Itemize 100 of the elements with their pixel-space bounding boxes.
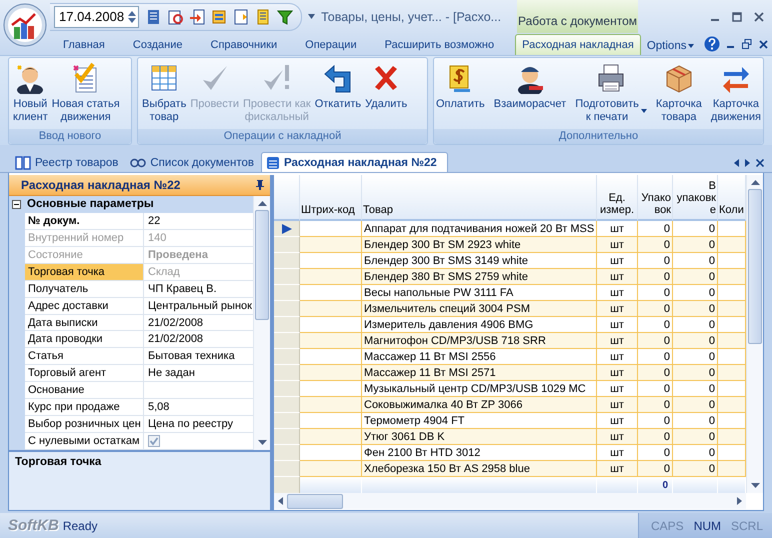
table-cell[interactable]: 0: [638, 397, 673, 413]
property-name[interactable]: Дата выписки: [25, 314, 144, 330]
property-name[interactable]: Статья: [25, 348, 144, 364]
table-cell[interactable]: [300, 397, 362, 413]
collapse-icon[interactable]: [12, 200, 21, 209]
table-cell[interactable]: Хлеборезка 150 Вт AS 2958 blue: [362, 461, 597, 477]
spin-icon[interactable]: [128, 10, 136, 24]
table-cell[interactable]: [718, 301, 746, 317]
date-field[interactable]: 17.04.2008: [54, 6, 140, 28]
checkbox[interactable]: [148, 435, 160, 448]
table-cell[interactable]: 0: [638, 429, 673, 445]
property-name[interactable]: Выбор розничных цен: [25, 416, 144, 432]
property-value[interactable]: Цена по реестру: [148, 418, 234, 430]
table-cell[interactable]: 0: [638, 333, 673, 349]
table-cell[interactable]: [300, 429, 362, 445]
column-header[interactable]: Товар: [362, 175, 597, 221]
scroll-right-icon[interactable]: [745, 159, 750, 167]
property-name[interactable]: Дата проводки: [25, 331, 144, 348]
scroll-up-icon[interactable]: [750, 180, 760, 185]
notebook-icon[interactable]: [145, 8, 162, 24]
property-name[interactable]: Получатель: [25, 280, 144, 297]
ribbon-button[interactable]: Оплатить: [436, 60, 485, 129]
close-icon[interactable]: [756, 159, 764, 167]
table-cell[interactable]: 0: [638, 237, 673, 253]
scroll-up-icon[interactable]: [258, 201, 266, 206]
ribbon-tab[interactable]: Создание: [126, 34, 190, 55]
table-cell[interactable]: [300, 461, 362, 477]
ribbon-tab[interactable]: Справочники: [204, 34, 284, 55]
ribbon-button[interactable]: Подготовить к печати: [575, 60, 647, 129]
table-cell[interactable]: 0: [638, 301, 673, 317]
column-header[interactable]: Ед. измер.: [597, 175, 638, 221]
ribbon-button[interactable]: Откатить: [314, 60, 362, 129]
ribbon-tab[interactable]: Расширить возможно: [378, 34, 502, 55]
column-header[interactable]: Упаковок: [638, 175, 673, 221]
ribbon-button[interactable]: Новая статья движения: [52, 60, 120, 129]
column-header[interactable]: Штрих-код: [300, 175, 362, 221]
options-menu[interactable]: Options: [640, 40, 696, 55]
property-value[interactable]: 5,08: [148, 401, 170, 414]
table-cell[interactable]: [300, 333, 362, 349]
table-cell[interactable]: [300, 365, 362, 381]
table-cell[interactable]: шт: [597, 237, 638, 253]
dropdown-icon[interactable]: [308, 14, 316, 20]
ribbon-button[interactable]: Выбрать товар: [142, 60, 186, 129]
table-cell[interactable]: Блендер 380 Вт SMS 2759 white: [362, 269, 597, 285]
property-value[interactable]: 21/02/2008: [148, 333, 204, 346]
property-value[interactable]: Бытовая техника: [148, 350, 235, 362]
document-icon[interactable]: [167, 8, 184, 24]
close-icon[interactable]: [759, 40, 768, 48]
table-cell[interactable]: [718, 461, 746, 477]
filter-icon[interactable]: [277, 8, 294, 24]
arrow-document-icon[interactable]: [233, 8, 250, 24]
scroll-down-icon[interactable]: [258, 440, 266, 445]
property-name[interactable]: С нулевыми остаткам: [25, 433, 144, 450]
ribbon-button[interactable]: Удалить: [365, 60, 408, 129]
scroll-left-icon[interactable]: [734, 159, 739, 167]
table-cell[interactable]: шт: [597, 365, 638, 381]
restore-icon[interactable]: [742, 39, 752, 49]
table-cell[interactable]: 0: [638, 461, 673, 477]
table-cell[interactable]: шт: [597, 429, 638, 445]
vertical-scrollbar[interactable]: [253, 196, 270, 450]
arrow-document-icon[interactable]: [189, 8, 206, 24]
table-cell[interactable]: 0: [673, 237, 718, 253]
table-cell[interactable]: 0: [673, 429, 718, 445]
ribbon-button[interactable]: Карточка товара: [656, 60, 702, 129]
property-name[interactable]: № докум.: [25, 212, 144, 229]
table-cell[interactable]: шт: [597, 333, 638, 349]
table-cell[interactable]: 0: [673, 461, 718, 477]
table-cell[interactable]: 0: [673, 365, 718, 381]
app-orb-icon[interactable]: [3, 2, 47, 46]
table-cell[interactable]: 0: [673, 301, 718, 317]
scrollbar-thumb[interactable]: [255, 210, 269, 320]
table-cell[interactable]: [718, 237, 746, 253]
property-value[interactable]: Не задан: [148, 367, 195, 380]
pin-icon[interactable]: [256, 180, 264, 190]
table-cell[interactable]: [718, 429, 746, 445]
table-cell[interactable]: [300, 301, 362, 317]
help-icon[interactable]: [704, 36, 720, 52]
maximize-icon[interactable]: [732, 12, 742, 22]
scrollbar-thumb[interactable]: [748, 189, 762, 344]
property-name[interactable]: Основание: [25, 382, 144, 398]
ribbon-tab[interactable]: Главная: [56, 34, 112, 55]
table-cell[interactable]: [300, 269, 362, 285]
scroll-right-icon[interactable]: [737, 497, 742, 505]
ribbon-tab[interactable]: Операции: [298, 34, 364, 55]
table-cell[interactable]: Блендер 300 Вт SM 2923 white: [362, 237, 597, 253]
property-value[interactable]: Центральный рынок: [148, 300, 252, 312]
document-tab[interactable]: Список документов: [125, 152, 262, 172]
document-tab[interactable]: Реестр товаров: [10, 152, 126, 172]
column-header[interactable]: Коли: [718, 175, 746, 221]
row-header[interactable]: [274, 221, 300, 237]
scrollbar-thumb[interactable]: [287, 494, 343, 508]
horizontal-scrollbar[interactable]: [274, 493, 746, 509]
close-icon[interactable]: [754, 12, 764, 22]
ribbon-button[interactable]: Взаиморасчет: [494, 60, 566, 129]
table-cell[interactable]: [718, 397, 746, 413]
table-cell[interactable]: Соковыжималка 40 Вт ZP 3066: [362, 397, 597, 413]
table-cell[interactable]: [718, 269, 746, 285]
document-tab[interactable]: Расходная накладная №22: [261, 152, 448, 172]
property-name[interactable]: Торговый агент: [25, 365, 144, 382]
table-cell[interactable]: Магнитофон CD/MP3/USB 718 SRR: [362, 333, 597, 349]
